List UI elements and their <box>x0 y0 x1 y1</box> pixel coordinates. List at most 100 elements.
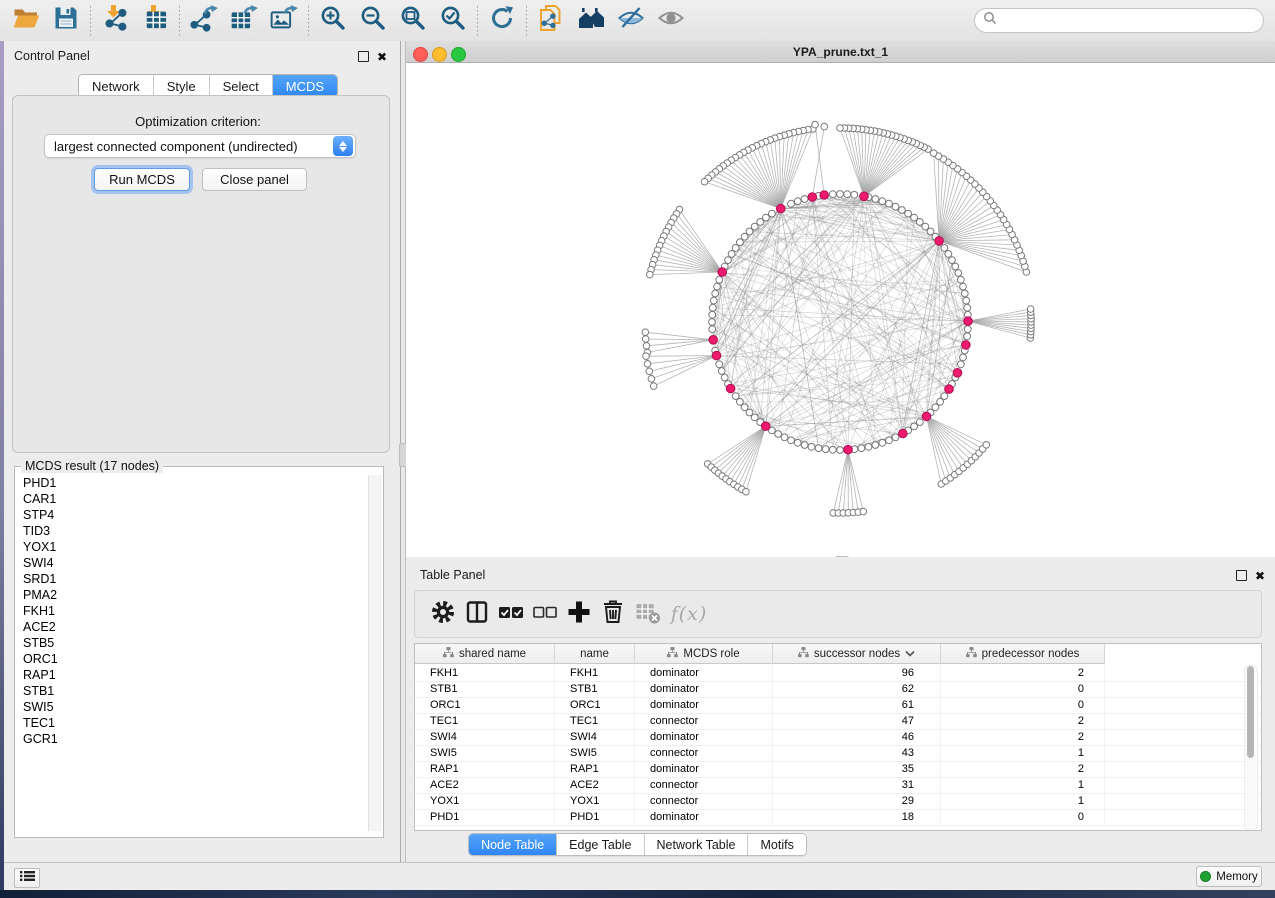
column-header-name[interactable]: name <box>555 644 635 664</box>
graph-node[interactable] <box>642 329 649 336</box>
split-columns-button[interactable] <box>463 599 491 629</box>
graph-node[interactable] <box>886 437 893 444</box>
graph-node[interactable] <box>964 333 971 340</box>
table-cell[interactable]: 47 <box>773 713 941 729</box>
graph-hub-node[interactable] <box>761 422 770 431</box>
graph-node[interactable] <box>829 446 836 453</box>
graph-node[interactable] <box>886 200 893 207</box>
table-scrollbar[interactable] <box>1244 665 1258 831</box>
table-cell[interactable]: 0 <box>941 697 1105 713</box>
graph-node[interactable] <box>781 434 788 441</box>
table-panel-float-icon[interactable] <box>1236 570 1247 581</box>
tab-motifs[interactable]: Motifs <box>748 834 805 855</box>
graph-node[interactable] <box>788 437 795 444</box>
home-button[interactable] <box>571 4 611 38</box>
table-cell[interactable]: dominator <box>635 761 773 777</box>
graph-hub-node[interactable] <box>709 336 718 345</box>
table-row[interactable]: TEC1TEC1connector472 <box>415 713 1261 730</box>
table-cell[interactable]: PHD1 <box>415 809 555 825</box>
graph-node[interactable] <box>808 443 815 450</box>
tab-node-table[interactable]: Node Table <box>469 834 557 855</box>
graph-node[interactable] <box>879 439 886 446</box>
graph-node[interactable] <box>916 419 923 426</box>
zoom-selected-button[interactable] <box>433 4 473 38</box>
table-row[interactable]: ORC1ORC1dominator610 <box>415 697 1261 714</box>
graph-node[interactable] <box>837 191 844 198</box>
control-panel-float-icon[interactable] <box>358 51 369 62</box>
table-cell[interactable]: 62 <box>773 681 941 697</box>
graph-node[interactable] <box>837 447 844 454</box>
gear-button[interactable] <box>429 599 457 629</box>
table-row[interactable]: FKH1FKH1dominator962 <box>415 665 1261 682</box>
mcds-result-item[interactable]: GCR1 <box>16 731 364 747</box>
graph-node[interactable] <box>955 270 962 277</box>
graph-node[interactable] <box>911 214 918 221</box>
graph-node[interactable] <box>646 368 653 375</box>
graph-node[interactable] <box>960 354 967 361</box>
control-panel-close-icon[interactable]: ✖ <box>377 52 387 62</box>
graph-node[interactable] <box>860 508 867 515</box>
select-all-check-button[interactable] <box>497 599 525 629</box>
run-mcds-button[interactable]: Run MCDS <box>94 168 190 191</box>
graph-node[interactable] <box>716 361 723 368</box>
table-cell[interactable]: STB1 <box>415 681 555 697</box>
graph-node[interactable] <box>957 361 964 368</box>
table-row[interactable]: YOX1YOX1connector291 <box>415 793 1261 810</box>
graph-node[interactable] <box>872 442 879 449</box>
table-cell[interactable]: 2 <box>941 761 1105 777</box>
tab-mcds[interactable]: MCDS <box>273 75 337 97</box>
table-cell[interactable]: dominator <box>635 809 773 825</box>
close-panel-button[interactable]: Close panel <box>202 168 307 191</box>
mcds-result-item[interactable]: YOX1 <box>16 539 364 555</box>
graph-node[interactable] <box>899 207 906 214</box>
table-cell[interactable]: ORC1 <box>415 697 555 713</box>
graph-node[interactable] <box>952 263 959 270</box>
unselect-all-check-button[interactable] <box>531 599 559 629</box>
table-row[interactable]: SWI4SWI4dominator462 <box>415 729 1261 746</box>
mcds-result-item[interactable]: PHD1 <box>16 475 364 491</box>
table-cell[interactable]: RAP1 <box>555 761 635 777</box>
table-cell[interactable]: YOX1 <box>555 793 635 809</box>
table-cell[interactable]: 2 <box>941 713 1105 729</box>
table-cell[interactable]: FKH1 <box>555 665 635 681</box>
table-cell[interactable]: connector <box>635 777 773 793</box>
search-box[interactable] <box>974 8 1264 33</box>
graph-node[interactable] <box>945 251 952 258</box>
graph-node[interactable] <box>957 276 964 283</box>
table-cell[interactable]: SWI4 <box>555 729 635 745</box>
table-cell[interactable]: SWI5 <box>415 745 555 761</box>
table-cell[interactable]: connector <box>635 793 773 809</box>
graph-hub-node[interactable] <box>712 351 721 360</box>
graph-node[interactable] <box>728 251 735 258</box>
graph-node[interactable] <box>872 196 879 203</box>
graph-node[interactable] <box>858 445 865 452</box>
graph-node[interactable] <box>892 203 899 210</box>
export-table-button[interactable] <box>224 4 264 38</box>
table-cell[interactable]: connector <box>635 713 773 729</box>
graph-node[interactable] <box>769 210 776 217</box>
table-cell[interactable]: TEC1 <box>415 713 555 729</box>
graph-node[interactable] <box>775 431 782 438</box>
table-cell[interactable]: 18 <box>773 809 941 825</box>
table-cell[interactable]: 43 <box>773 745 941 761</box>
graph-node[interactable] <box>701 178 708 185</box>
graph-node[interactable] <box>821 123 828 130</box>
mcds-result-item[interactable]: TID3 <box>16 523 364 539</box>
mcds-result-item[interactable]: TEC1 <box>16 715 364 731</box>
table-cell[interactable]: dominator <box>635 681 773 697</box>
table-cell[interactable]: 1 <box>941 777 1105 793</box>
graph-node[interactable] <box>865 443 872 450</box>
mcds-result-item[interactable]: STP4 <box>16 507 364 523</box>
graph-hub-node[interactable] <box>808 193 817 202</box>
memory-button[interactable]: Memory <box>1196 866 1262 887</box>
graph-node[interactable] <box>1027 306 1034 313</box>
graph-node[interactable] <box>837 125 844 132</box>
graph-node[interactable] <box>801 196 808 203</box>
graph-node[interactable] <box>905 210 912 217</box>
graph-node[interactable] <box>709 319 716 326</box>
graph-node[interactable] <box>725 257 732 264</box>
graph-hub-node[interactable] <box>726 384 735 393</box>
graph-hub-node[interactable] <box>860 192 869 201</box>
graph-node[interactable] <box>892 434 899 441</box>
table-row[interactable]: PHD1PHD1dominator180 <box>415 809 1261 826</box>
